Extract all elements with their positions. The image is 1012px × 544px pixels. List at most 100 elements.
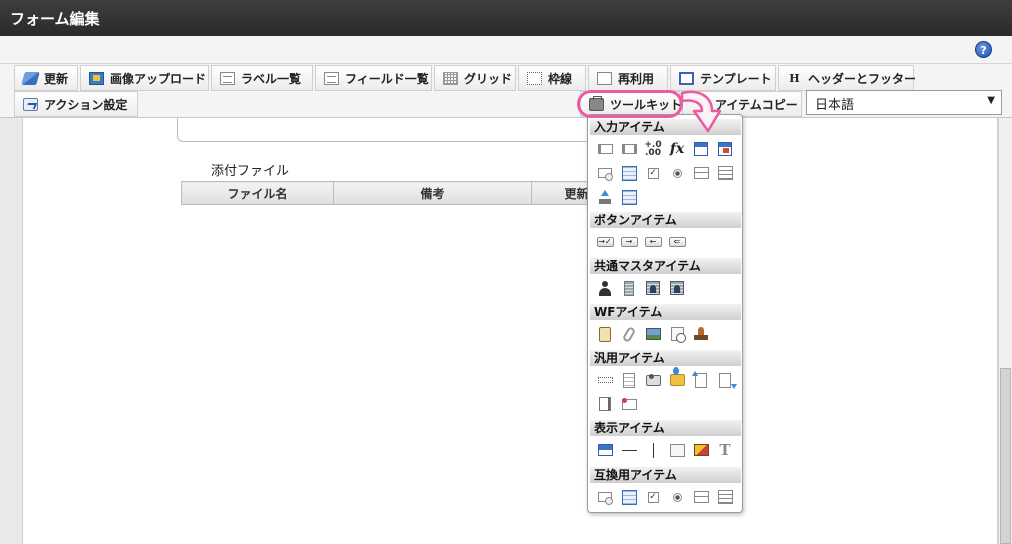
icon-row bbox=[596, 395, 638, 413]
template-icon bbox=[679, 71, 694, 85]
section-display-items: 表示アイテム bbox=[590, 420, 741, 436]
next-button-icon[interactable]: → bbox=[620, 233, 638, 251]
back-button-icon[interactable]: ← bbox=[644, 233, 662, 251]
user-icon[interactable] bbox=[596, 279, 614, 297]
icon-row bbox=[596, 325, 710, 343]
radio-icon[interactable] bbox=[668, 488, 686, 506]
reuse-label: 再利用 bbox=[618, 71, 655, 86]
checkbox-icon[interactable]: ✓ bbox=[644, 164, 662, 182]
action-icon bbox=[23, 97, 38, 111]
frame-button[interactable]: 枠線 bbox=[518, 65, 586, 91]
action-settings-button[interactable]: アクション設定 bbox=[14, 91, 138, 117]
list-icon[interactable] bbox=[692, 164, 710, 182]
document-icon bbox=[597, 71, 612, 85]
clipboard-icon[interactable] bbox=[596, 325, 614, 343]
image-upload-label: 画像アップロード bbox=[110, 71, 207, 86]
section-wf-items: WFアイテム bbox=[590, 304, 741, 320]
org-user-icon[interactable] bbox=[644, 279, 662, 297]
text-field-button-icon[interactable] bbox=[620, 140, 638, 158]
frame-label: 枠線 bbox=[548, 71, 573, 86]
update-label: 更新 bbox=[44, 71, 69, 86]
attachment-table[interactable]: ファイル名 備考 更新 bbox=[181, 181, 622, 205]
refresh-icon bbox=[21, 71, 40, 85]
section-compat-items: 互換用アイテム bbox=[590, 467, 741, 483]
table-icon[interactable] bbox=[620, 164, 638, 182]
image-icon[interactable] bbox=[644, 325, 662, 343]
table-icon[interactable] bbox=[620, 488, 638, 506]
paperclip-icon[interactable] bbox=[620, 325, 638, 343]
section-button-items: ボタンアイテム bbox=[590, 212, 741, 228]
icon-row bbox=[596, 371, 734, 389]
table-header: ファイル名 bbox=[181, 181, 334, 205]
list-icon[interactable] bbox=[692, 488, 710, 506]
folder-link-icon[interactable] bbox=[668, 371, 686, 389]
multi-list-icon[interactable] bbox=[716, 164, 734, 182]
section-common-master-items: 共通マスタアイテム bbox=[590, 258, 741, 274]
history-icon[interactable] bbox=[668, 325, 686, 343]
date-icon[interactable] bbox=[692, 140, 710, 158]
form-box[interactable] bbox=[177, 118, 617, 142]
icon-row bbox=[596, 279, 686, 297]
icon-row: +.0.00 fx bbox=[596, 140, 734, 158]
document-lines-icon[interactable] bbox=[620, 371, 638, 389]
select-icon[interactable] bbox=[596, 164, 614, 182]
image-upload-button[interactable]: 画像アップロード bbox=[80, 65, 209, 91]
pointer-arrow-icon bbox=[680, 90, 722, 133]
document-download-icon[interactable] bbox=[716, 371, 734, 389]
language-select[interactable]: 日本語 ▼ bbox=[806, 90, 1002, 115]
attachment-label: 添付ファイル bbox=[211, 164, 290, 179]
h-icon: H bbox=[789, 71, 800, 85]
help-bar: ? bbox=[0, 36, 1012, 64]
header-footer-label: ヘッダーとフッター bbox=[808, 71, 917, 86]
reuse-button[interactable]: 再利用 bbox=[588, 65, 668, 91]
icon-row: ✓ bbox=[596, 488, 734, 506]
picture-icon[interactable] bbox=[692, 441, 710, 459]
horizontal-line-icon[interactable] bbox=[620, 441, 638, 459]
formula-icon[interactable]: fx bbox=[668, 140, 686, 158]
stamp-icon[interactable] bbox=[692, 325, 710, 343]
bookmark-icon[interactable] bbox=[596, 395, 614, 413]
document-upload-icon[interactable] bbox=[692, 371, 710, 389]
icon-row: T bbox=[596, 441, 734, 459]
multi-list-icon[interactable] bbox=[716, 488, 734, 506]
radio-icon[interactable] bbox=[668, 164, 686, 182]
organization-icon[interactable] bbox=[620, 279, 638, 297]
label-box-icon[interactable] bbox=[596, 441, 614, 459]
field-list-button[interactable]: フィールド一覧 bbox=[315, 65, 432, 91]
grid-table-icon[interactable] bbox=[620, 188, 638, 206]
form-canvas: 添付ファイル ファイル名 備考 更新 bbox=[0, 118, 1012, 544]
template-label: テンプレート bbox=[700, 71, 772, 86]
label-list-button[interactable]: ラベル一覧 bbox=[211, 65, 313, 91]
update-button[interactable]: 更新 bbox=[14, 65, 78, 91]
text-icon[interactable]: T bbox=[716, 441, 734, 459]
language-selected: 日本語 bbox=[815, 98, 855, 113]
image-upload-icon bbox=[89, 71, 104, 85]
card-icon[interactable] bbox=[620, 395, 638, 413]
grid-button[interactable]: グリッド bbox=[434, 65, 516, 91]
dotted-field-icon[interactable] bbox=[596, 371, 614, 389]
checkbox-icon[interactable]: ✓ bbox=[644, 488, 662, 506]
help-icon[interactable]: ? bbox=[975, 41, 992, 58]
camera-icon[interactable] bbox=[644, 371, 662, 389]
select-icon[interactable] bbox=[596, 488, 614, 506]
text-field-icon[interactable] bbox=[596, 140, 614, 158]
submit-button-icon[interactable]: →✓ bbox=[596, 233, 614, 251]
datetime-icon[interactable] bbox=[716, 140, 734, 158]
return-button-icon[interactable]: ⇐ bbox=[668, 233, 686, 251]
table-header-row: ファイル名 備考 更新 bbox=[181, 181, 622, 205]
org-group-icon[interactable] bbox=[668, 279, 686, 297]
icon-row bbox=[596, 188, 638, 206]
scrollbar-thumb[interactable] bbox=[1000, 368, 1011, 544]
label-list-label: ラベル一覧 bbox=[241, 71, 302, 86]
vertical-scrollbar[interactable] bbox=[998, 118, 1012, 544]
field-list-label: フィールド一覧 bbox=[345, 71, 429, 86]
form-paper: 添付ファイル ファイル名 備考 更新 bbox=[22, 118, 998, 544]
header-footer-button[interactable]: H ヘッダーとフッター bbox=[778, 65, 917, 91]
blank-box-icon[interactable] bbox=[668, 441, 686, 459]
number-icon[interactable]: +.0.00 bbox=[644, 140, 662, 158]
action-settings-label: アクション設定 bbox=[44, 97, 128, 112]
vertical-line-icon[interactable] bbox=[644, 441, 662, 459]
section-general-items: 汎用アイテム bbox=[590, 350, 741, 366]
file-upload-icon[interactable] bbox=[596, 188, 614, 206]
grid-label: グリッド bbox=[464, 71, 513, 86]
